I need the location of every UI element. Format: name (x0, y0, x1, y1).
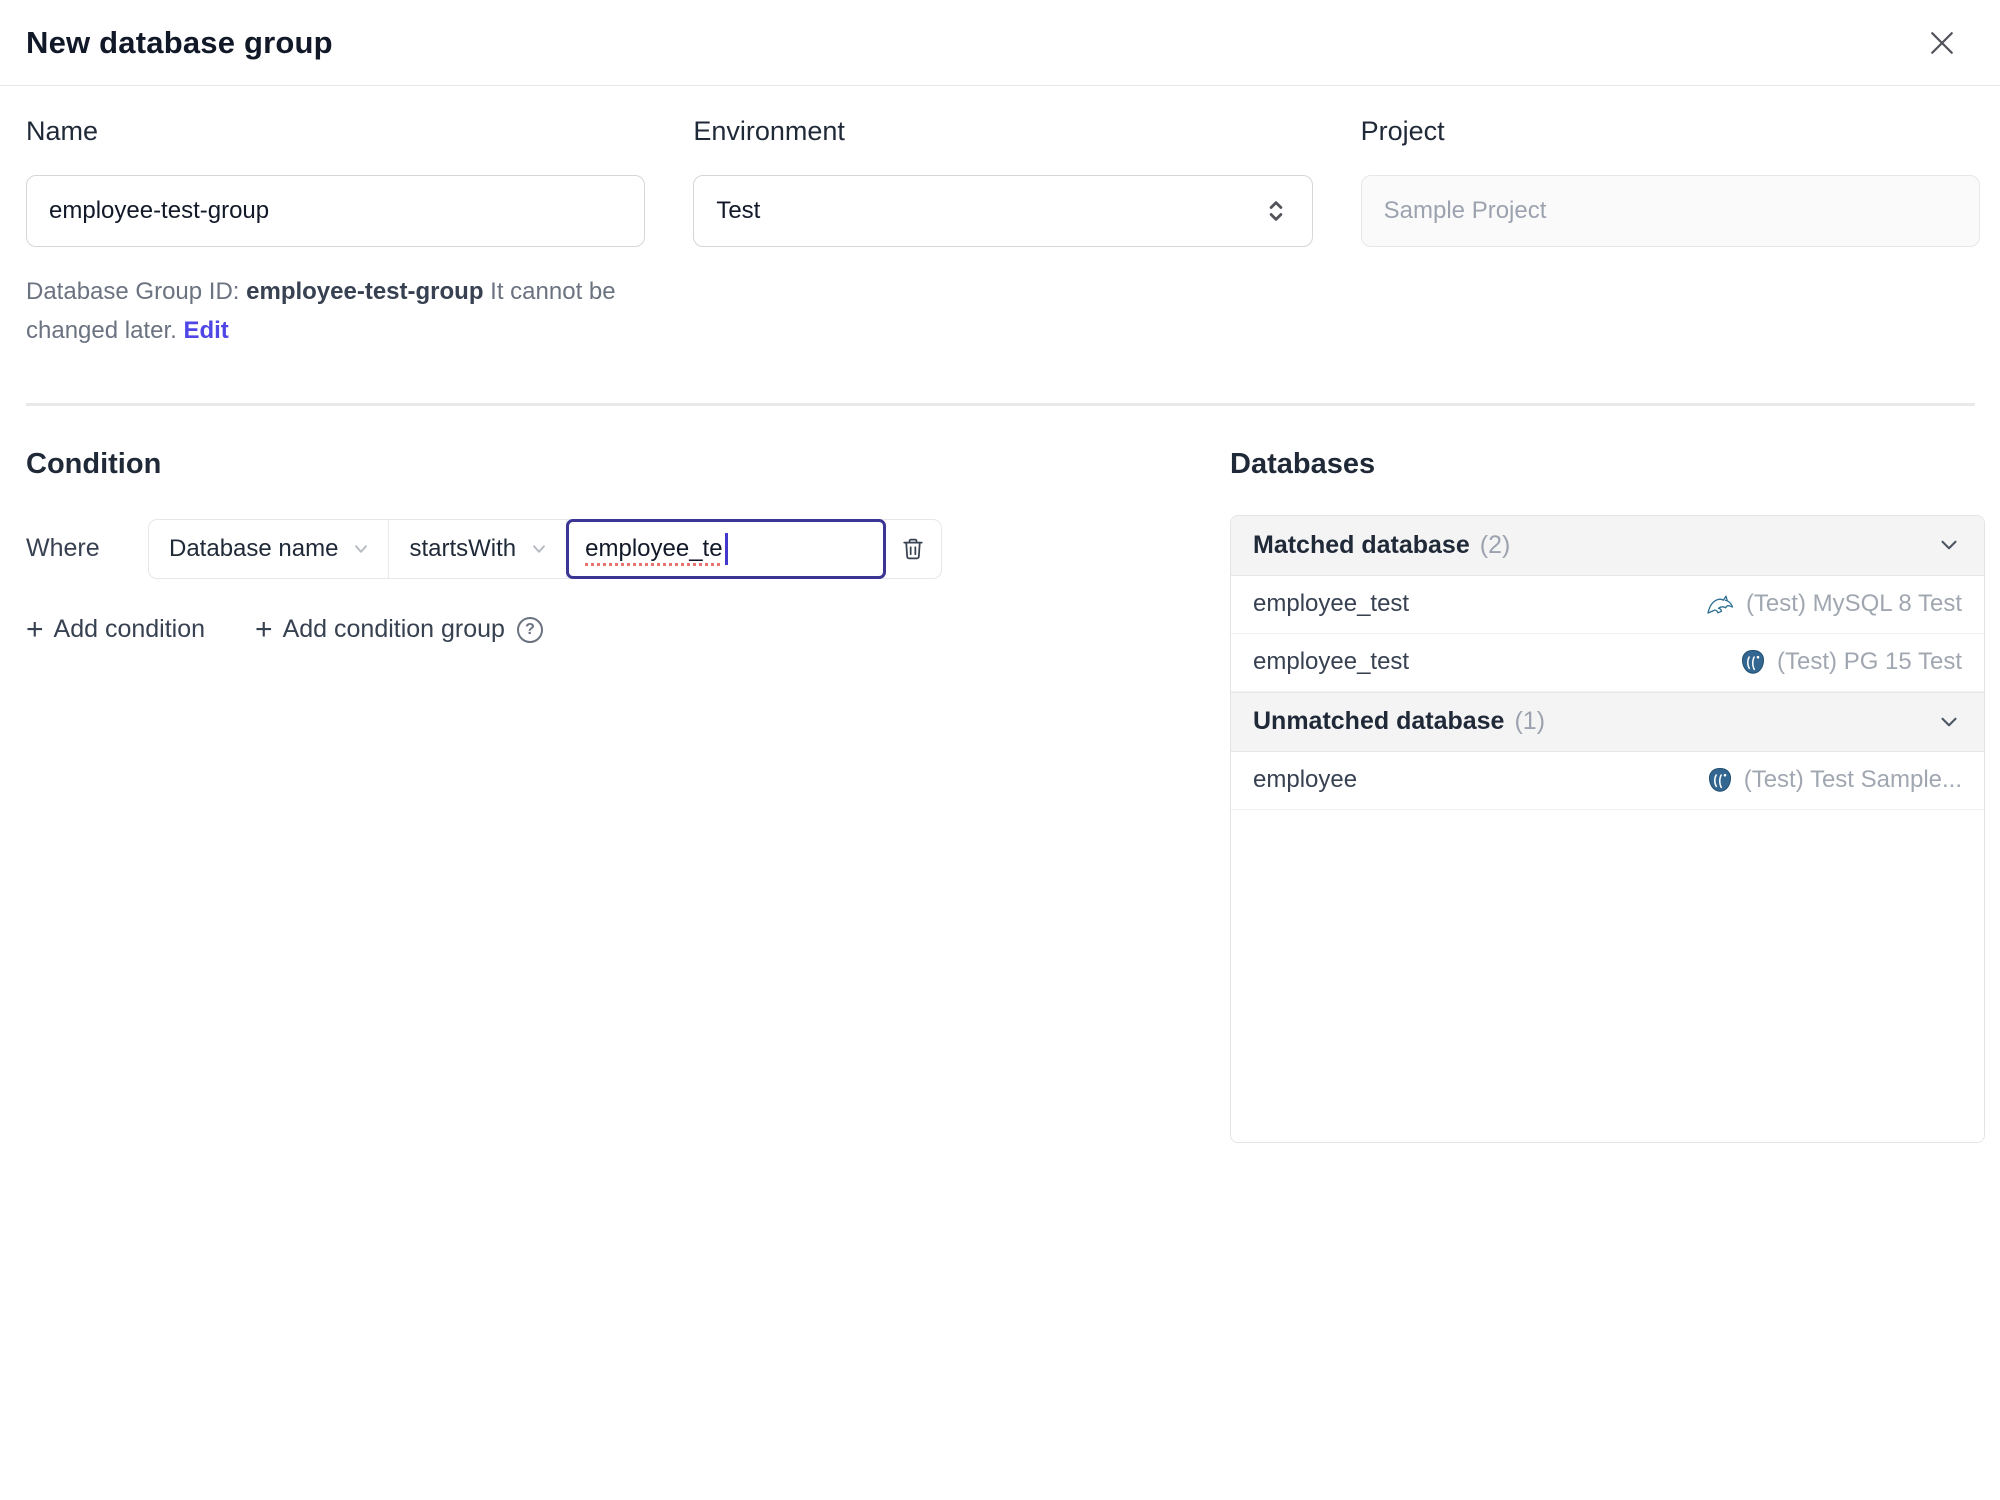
group-id-helper: Database Group ID: employee-test-group I… (26, 273, 645, 351)
postgres-icon (1706, 766, 1734, 794)
where-label: Where (26, 534, 100, 563)
instance-info: (Test) Test Sample... (1706, 766, 1962, 794)
page-title: New database group (26, 24, 333, 60)
project-field-group: Project Sample Project (1360, 116, 1980, 351)
close-icon (1924, 25, 1960, 61)
unmatched-database-section-header[interactable]: Unmatched database (1) (1231, 691, 1984, 752)
instance-label: (Test) PG 15 Test (1777, 648, 1962, 676)
unmatched-database-count: (1) (1514, 707, 1546, 736)
help-icon[interactable]: ? (516, 616, 543, 643)
databases-section: Databases Matched database (2) employee_… (1230, 406, 1985, 1143)
matched-database-section-header[interactable]: Matched database (2) (1231, 515, 1984, 576)
table-row: employee_test (Test) MySQL 8 Test (1231, 576, 1984, 634)
instance-label: (Test) MySQL 8 Test (1745, 590, 1962, 618)
select-chevrons-icon (1262, 197, 1290, 225)
condition-actions: + Add condition + Add condition group ? (26, 612, 1190, 646)
instance-label: (Test) Test Sample... (1743, 766, 1962, 794)
chevron-down-icon[interactable] (1936, 532, 1962, 558)
condition-section: Condition Where Database name startsWith (26, 406, 1230, 1143)
add-condition-group-label: Add condition group (282, 615, 505, 644)
table-row: employee_test (Test) PG 15 Test (1231, 634, 1984, 692)
environment-select[interactable]: Test (693, 175, 1313, 247)
condition-value-text: employee_te (585, 534, 723, 562)
databases-heading: Databases (1230, 447, 1376, 480)
instance-info: (Test) PG 15 Test (1739, 648, 1962, 676)
condition-value-input[interactable]: employee_te (566, 518, 887, 579)
environment-label: Environment (693, 116, 845, 146)
table-row: employee (Test) Test Sample... (1231, 752, 1984, 810)
unmatched-database-title: Unmatched database (1253, 707, 1505, 736)
text-cursor (724, 532, 728, 565)
group-id-value: employee-test-group (246, 278, 484, 305)
dialog-header: New database group (0, 0, 2000, 86)
name-input[interactable] (26, 175, 646, 247)
project-label: Project (1360, 116, 1445, 146)
add-condition-label: Add condition (53, 615, 206, 644)
chevron-down-icon (528, 538, 550, 560)
condition-field-dropdown[interactable]: Database name (149, 519, 390, 578)
database-name: employee (1253, 766, 1358, 794)
matched-database-count: (2) (1479, 530, 1511, 559)
mysql-icon (1706, 591, 1736, 617)
database-name: employee_test (1253, 590, 1410, 618)
trash-icon (899, 535, 927, 563)
chevron-down-icon (350, 538, 372, 560)
project-field[interactable]: Sample Project (1360, 175, 1980, 247)
form-row: Name Database Group ID: employee-test-gr… (0, 86, 2000, 351)
close-button[interactable] (1920, 21, 1964, 65)
databases-panel: Matched database (2) employee_test (Test… (1230, 514, 1985, 1143)
instance-info: (Test) MySQL 8 Test (1706, 590, 1962, 618)
plus-icon: + (255, 612, 273, 646)
group-id-prefix: Database Group ID: (26, 278, 247, 305)
main-content: Condition Where Database name startsWith (0, 406, 2000, 1143)
plus-icon: + (26, 612, 44, 646)
panel-empty-space (1231, 809, 1984, 1142)
condition-field-value: Database name (169, 534, 339, 562)
database-name: employee_test (1253, 648, 1410, 676)
condition-expression-group: Database name startsWith employee_te (148, 518, 943, 579)
add-condition-group-button[interactable]: + Add condition group ? (255, 612, 543, 646)
matched-database-title: Matched database (1253, 530, 1470, 559)
chevron-down-icon[interactable] (1936, 709, 1962, 735)
condition-operator-dropdown[interactable]: startsWith (389, 519, 568, 578)
condition-row: Where Database name startsWith employee_… (26, 518, 1190, 579)
postgres-icon (1739, 648, 1767, 676)
add-condition-button[interactable]: + Add condition (26, 612, 206, 646)
delete-condition-button[interactable] (885, 520, 941, 578)
name-field-group: Name Database Group ID: employee-test-gr… (26, 116, 646, 351)
project-value: Sample Project (1383, 197, 1547, 224)
environment-selected-value: Test (716, 197, 761, 224)
edit-group-id-link[interactable]: Edit (183, 317, 228, 344)
condition-heading: Condition (26, 447, 162, 480)
environment-field-group: Environment Test (693, 116, 1313, 351)
condition-operator-value: startsWith (409, 534, 517, 562)
name-label: Name (26, 116, 99, 146)
